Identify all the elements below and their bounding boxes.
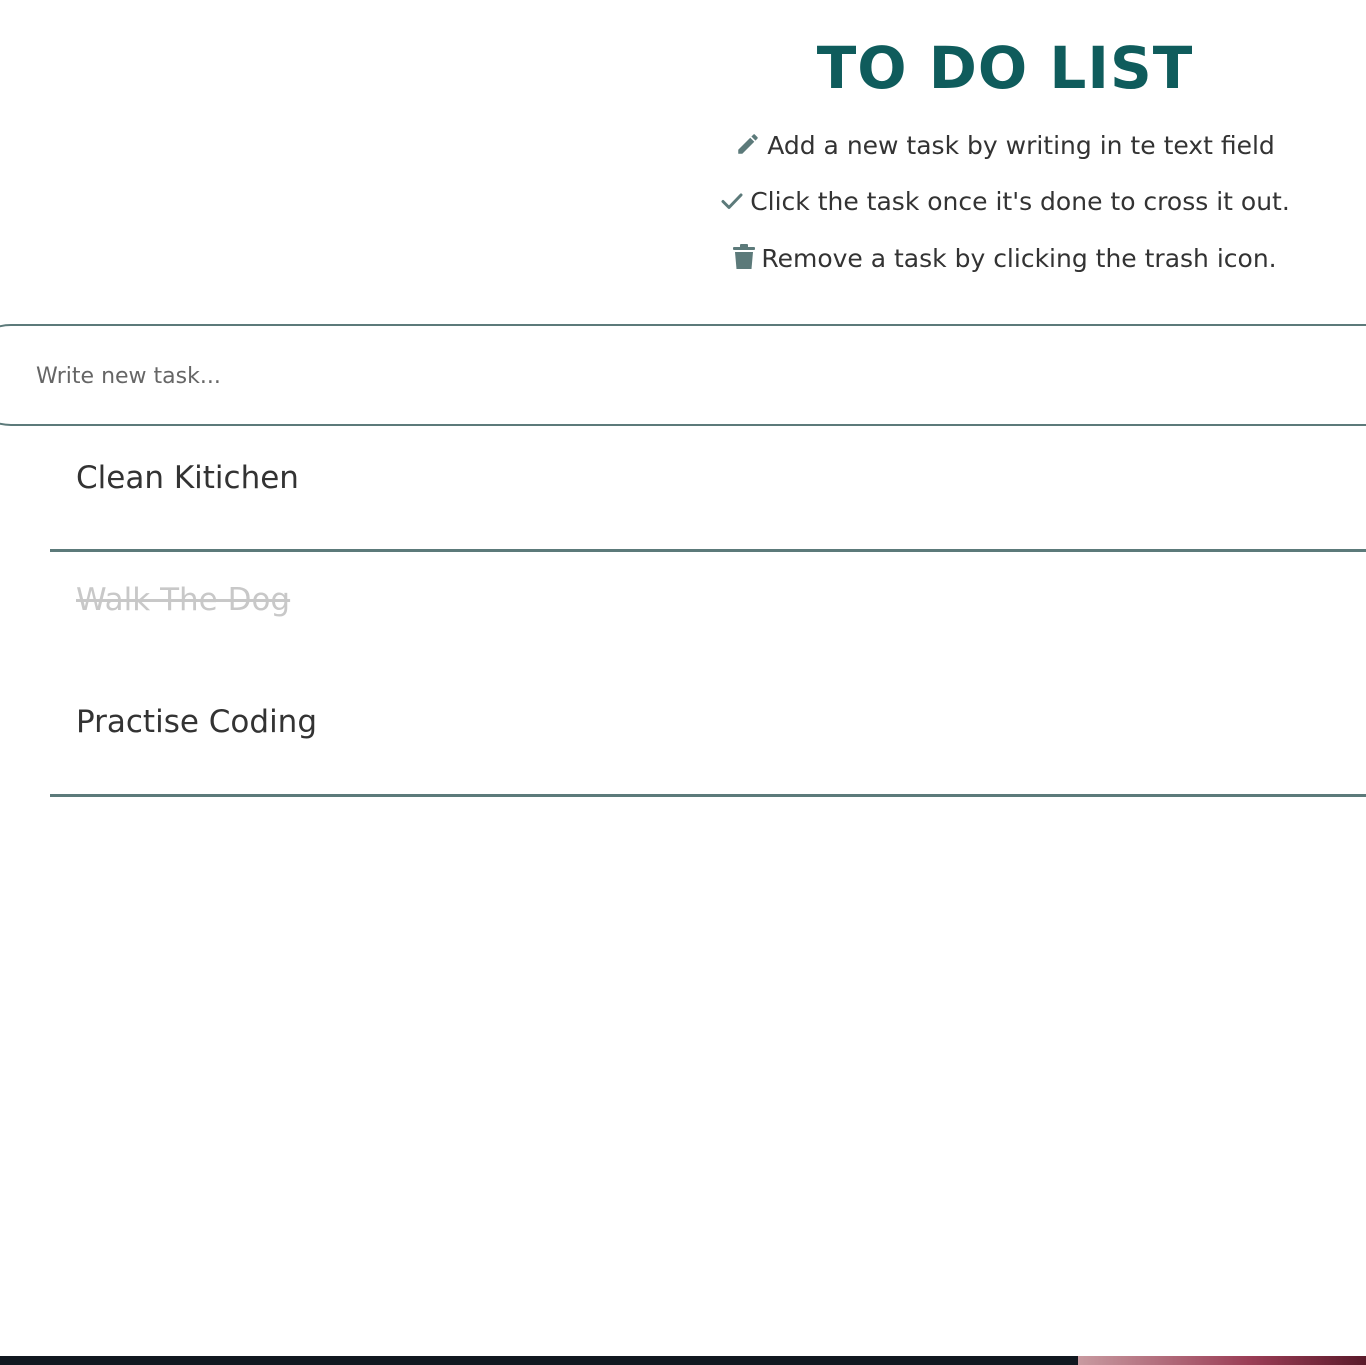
task-text: Walk The Dog: [76, 582, 291, 618]
new-task-input[interactable]: [36, 356, 1336, 396]
instruction-text: Add a new task by writing in te text fie…: [767, 131, 1275, 160]
instruction-done: Click the task once it's done to cross i…: [645, 186, 1365, 221]
bottom-strip-thumbnail: [1078, 1356, 1366, 1365]
instruction-text: Remove a task by clicking the trash icon…: [761, 244, 1277, 273]
bottom-strip: [0, 1356, 1366, 1365]
task-text: Clean Kitichen: [76, 460, 299, 496]
task-input-container: [0, 324, 1366, 426]
task-item[interactable]: Clean Kitichen: [50, 430, 1366, 552]
pencil-icon: [735, 131, 761, 165]
instruction-text: Click the task once it's done to cross i…: [750, 187, 1290, 216]
page-title: TO DO LIST: [816, 34, 1194, 102]
todo-page: TO DO LIST Add a new task by writing in …: [0, 0, 1366, 1365]
instruction-add: Add a new task by writing in te text fie…: [645, 130, 1365, 165]
trash-icon: [733, 244, 756, 278]
task-item[interactable]: Practise Coding: [50, 674, 1366, 797]
task-list: Clean Kitichen Walk The Dog Practise Cod…: [50, 430, 1366, 797]
task-item-done[interactable]: Walk The Dog: [50, 552, 1366, 674]
check-icon: [720, 189, 744, 221]
instruction-remove: Remove a task by clicking the trash icon…: [645, 243, 1365, 278]
task-text: Practise Coding: [76, 704, 318, 740]
